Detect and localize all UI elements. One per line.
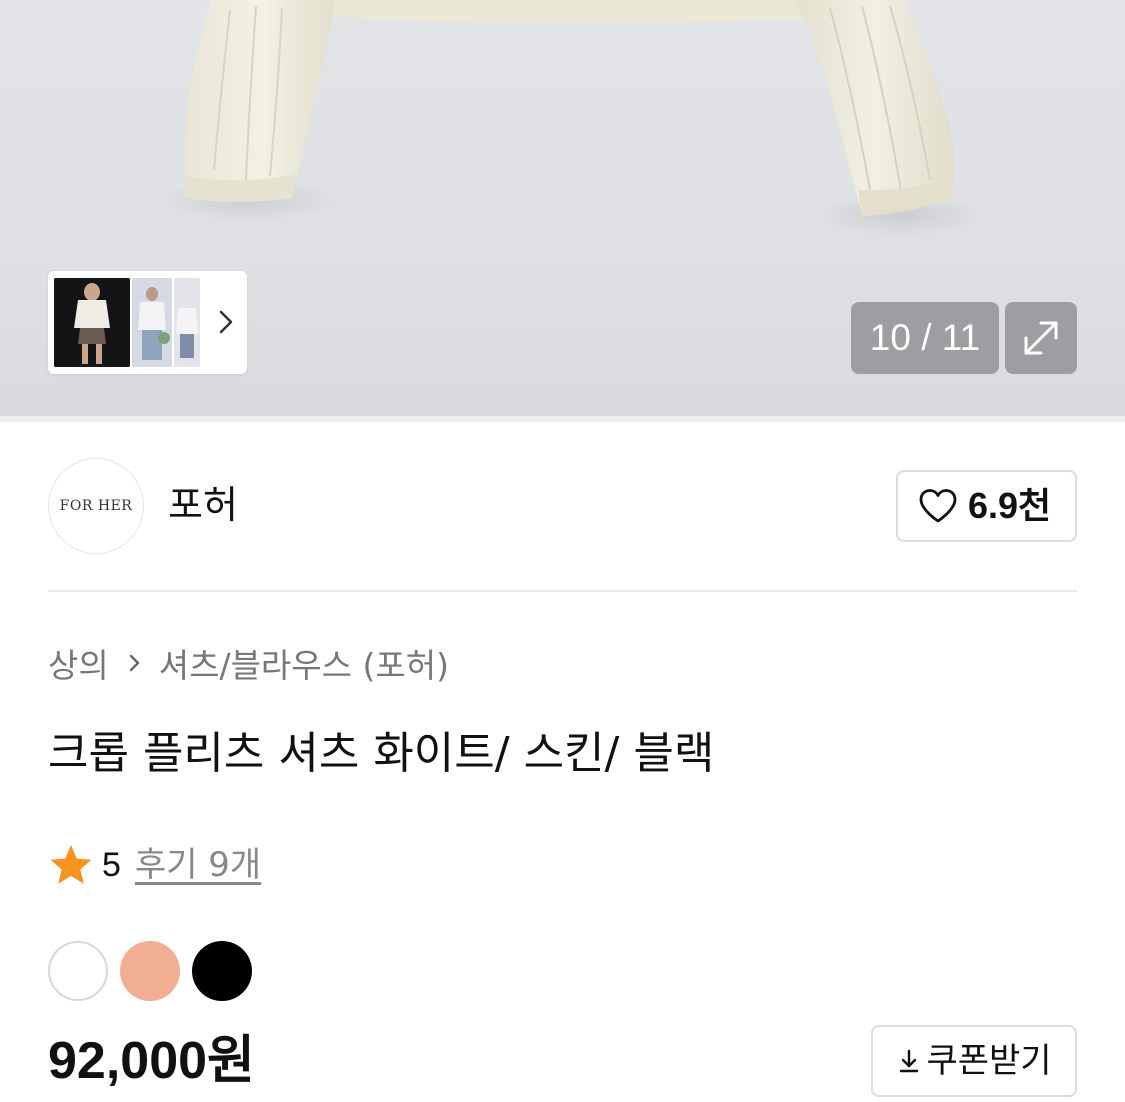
brand-name[interactable]: 포허 xyxy=(168,482,238,528)
heart-outline-icon xyxy=(919,489,957,523)
expand-image-button[interactable] xyxy=(1005,302,1077,374)
get-coupon-button[interactable]: 쿠폰받기 xyxy=(871,1025,1077,1097)
rating-row: 5 후기 9개 xyxy=(48,840,261,890)
gallery-bottom-border xyxy=(0,416,1125,422)
product-title: 크롭 플리츠 셔츠 화이트/ 스킨/ 블랙 xyxy=(48,728,715,779)
color-swatch-white[interactable] xyxy=(48,941,108,1001)
color-swatch-skin[interactable] xyxy=(120,941,180,1001)
color-swatch-black[interactable] xyxy=(192,941,252,1001)
breadcrumb: 상의 셔츠/블라우스 (포허) xyxy=(48,644,449,688)
image-counter: 10 / 11 xyxy=(851,302,999,374)
download-arrow-icon xyxy=(900,1049,919,1073)
thumbnail-1[interactable] xyxy=(54,278,130,367)
star-icon xyxy=(50,845,92,884)
expand-icon xyxy=(1024,321,1058,355)
breadcrumb-subcategory[interactable]: 셔츠/블라우스 (포허) xyxy=(159,644,449,688)
brand-logo[interactable]: FOR HER xyxy=(48,458,144,554)
breadcrumb-category[interactable]: 상의 xyxy=(48,644,109,688)
thumbnail-3[interactable] xyxy=(174,278,200,367)
product-detail-page: 10 / 11 FOR HER 포허 6.9천 상의 셔츠/블라우스 (포허) … xyxy=(0,0,1125,1102)
price: 92,000원 xyxy=(48,1032,255,1090)
like-count: 6.9천 xyxy=(968,485,1052,526)
thumbnail-2[interactable] xyxy=(132,278,172,367)
chevron-right-icon xyxy=(127,644,143,688)
like-button[interactable]: 6.9천 xyxy=(896,470,1077,542)
review-count-link[interactable]: 후기 9개 xyxy=(135,840,261,890)
rating-score: 5 xyxy=(102,846,121,884)
chevron-right-icon[interactable] xyxy=(214,304,238,340)
product-image-gallery[interactable]: 10 / 11 xyxy=(0,0,1125,418)
thumbnail-strip[interactable] xyxy=(48,271,247,374)
divider xyxy=(48,590,1077,592)
coupon-label: 쿠폰받기 xyxy=(926,1041,1052,1081)
